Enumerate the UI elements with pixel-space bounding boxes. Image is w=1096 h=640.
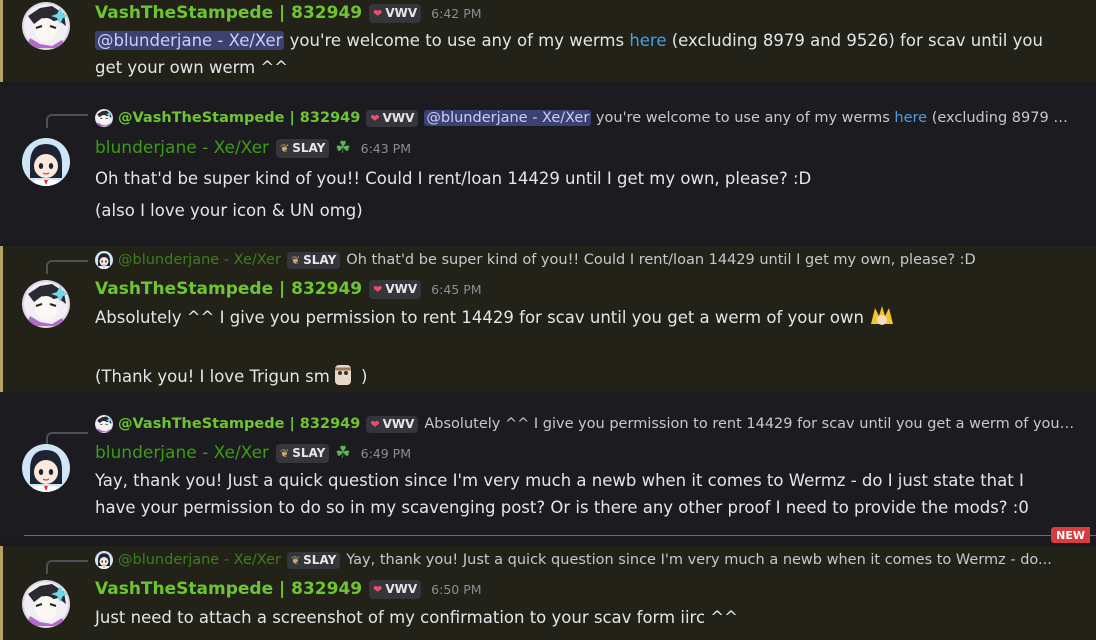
heart-icon: ❤ <box>370 417 380 431</box>
vash-avatar[interactable] <box>22 280 70 328</box>
message-3[interactable]: @blunderjane - Xe/Xer ❦ SLAY Oh that'd be… <box>0 246 1096 392</box>
clover-icon: ☘ <box>335 443 351 463</box>
guild-tag[interactable]: ❤ VWV <box>369 579 422 599</box>
message-2[interactable]: @VashTheStampede | 832949 ❤ VWV @blunderj… <box>0 86 1096 244</box>
reply-spine <box>46 560 88 574</box>
jane-avatar[interactable] <box>22 138 70 186</box>
jane-avatar <box>95 551 113 569</box>
jane-avatar <box>95 251 113 269</box>
heart-icon: ❤ <box>370 111 380 125</box>
author-name[interactable]: VashTheStampede | 832949 <box>95 579 362 599</box>
message-content: Yay, thank you! Just a quick question si… <box>95 471 1029 517</box>
heart-icon: ❤ <box>373 582 383 596</box>
message-content: Absolutely ^^ I give you permission to r… <box>95 304 1056 395</box>
author-name[interactable]: blunderjane - Xe/Xer <box>95 443 269 463</box>
guild-tag[interactable]: ❦ SLAY <box>276 443 330 463</box>
reply-spine <box>46 114 88 128</box>
author-name[interactable]: blunderjane - Xe/Xer <box>95 138 269 158</box>
chat-messages: VashTheStampede | 832949 ❤ VWV 6:42 PM @b… <box>0 0 1096 640</box>
jane-avatar[interactable] <box>22 444 70 492</box>
message-content: @blunderjane - Xe/Xer you're welcome to … <box>95 31 1043 77</box>
timestamp[interactable]: 6:45 PM <box>431 282 481 297</box>
reply-preview[interactable]: @VashTheStampede | 832949 ❤ VWV Absolutel… <box>95 413 1075 435</box>
message-4[interactable]: @VashTheStampede | 832949 ❤ VWV Absolutel… <box>0 392 1096 536</box>
guild-tag[interactable]: ❦ SLAY <box>276 138 330 158</box>
heart-icon: ❤ <box>373 282 383 296</box>
leaf-icon: ❦ <box>290 553 301 567</box>
message-link[interactable]: here <box>629 31 666 50</box>
reply-preview[interactable]: @blunderjane - Xe/Xer ❦ SLAY Yay, thank y… <box>95 549 1075 571</box>
vash-avatar[interactable] <box>22 580 70 628</box>
new-messages-badge[interactable]: NEW <box>1051 527 1090 543</box>
author-name[interactable]: VashTheStampede | 832949 <box>95 279 362 299</box>
vash-avatar <box>95 109 113 127</box>
guild-tag[interactable]: ❤ VWV <box>369 279 422 299</box>
vash-avatar[interactable] <box>22 2 70 50</box>
leaf-icon: ❦ <box>290 253 301 267</box>
new-messages-divider <box>24 535 1096 536</box>
leaf-icon: ❦ <box>280 446 290 460</box>
guild-tag[interactable]: ❤ VWV <box>369 3 422 23</box>
reply-preview[interactable]: @blunderjane - Xe/Xer ❦ SLAY Oh that'd be… <box>95 249 1075 271</box>
message-content: Just need to attach a screenshot of my c… <box>95 608 738 627</box>
timestamp[interactable]: 6:50 PM <box>431 582 481 597</box>
timestamp[interactable]: 6:42 PM <box>431 6 481 21</box>
vash-avatar <box>95 415 113 433</box>
message-content: Oh that'd be super kind of you!! Could I… <box>95 169 812 220</box>
leaf-icon: ❦ <box>280 141 290 155</box>
reply-preview[interactable]: @VashTheStampede | 832949 ❤ VWV @blunderj… <box>95 107 1075 129</box>
trigun-emoji-icon[interactable] <box>330 363 356 395</box>
author-name[interactable]: VashTheStampede | 832949 <box>95 3 362 23</box>
message-5[interactable]: @blunderjane - Xe/Xer ❦ SLAY Yay, thank y… <box>0 546 1096 640</box>
timestamp[interactable]: 6:43 PM <box>361 141 411 156</box>
reply-spine <box>46 260 88 274</box>
clover-icon: ☘ <box>335 138 351 158</box>
message-1[interactable]: VashTheStampede | 832949 ❤ VWV 6:42 PM @b… <box>0 0 1096 82</box>
vash-emoji-icon[interactable] <box>869 304 895 336</box>
timestamp[interactable]: 6:49 PM <box>361 446 411 461</box>
heart-icon: ❤ <box>373 6 383 20</box>
user-mention[interactable]: @blunderjane - Xe/Xer <box>95 31 285 50</box>
